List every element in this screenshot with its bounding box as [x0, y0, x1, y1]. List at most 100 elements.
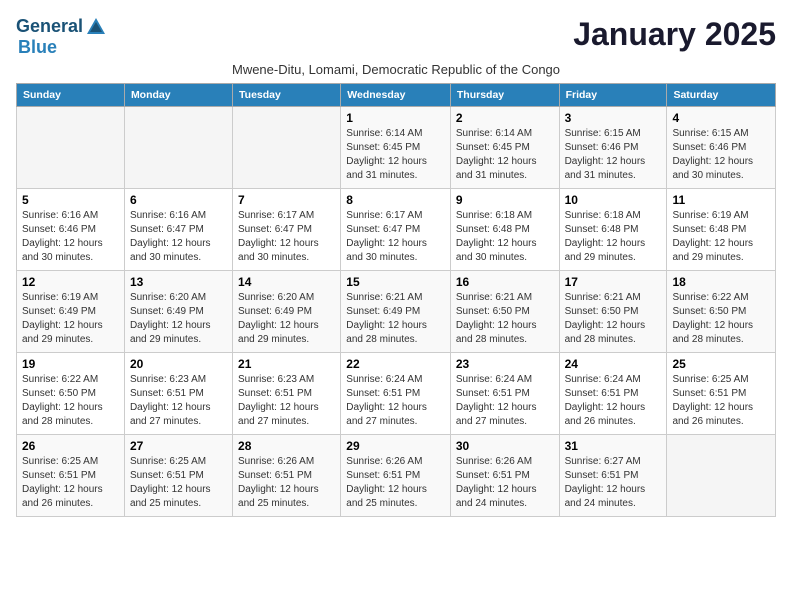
day-info: Sunrise: 6:18 AM Sunset: 6:48 PM Dayligh… [456, 209, 554, 265]
calendar-table: SundayMondayTuesdayWednesdayThursdayFrid… [16, 83, 776, 517]
day-number: 30 [456, 439, 554, 453]
calendar-cell: 22 Sunrise: 6:24 AM Sunset: 6:51 PM Dayli… [341, 352, 451, 434]
day-number: 16 [456, 275, 554, 289]
day-info: Sunrise: 6:19 AM Sunset: 6:48 PM Dayligh… [672, 209, 770, 265]
day-number: 18 [672, 275, 770, 289]
day-number: 27 [130, 439, 227, 453]
calendar-cell: 12 Sunrise: 6:19 AM Sunset: 6:49 PM Dayli… [17, 270, 125, 352]
day-info: Sunrise: 6:17 AM Sunset: 6:47 PM Dayligh… [238, 209, 335, 265]
day-info: Sunrise: 6:24 AM Sunset: 6:51 PM Dayligh… [456, 373, 554, 429]
day-number: 26 [22, 439, 119, 453]
day-info: Sunrise: 6:25 AM Sunset: 6:51 PM Dayligh… [130, 455, 227, 511]
calendar-cell: 7Sunrise: 6:17 AM Sunset: 6:47 PM Daylig… [233, 188, 341, 270]
weekday-header-friday: Friday [559, 83, 667, 106]
calendar-cell [233, 106, 341, 188]
weekday-header-tuesday: Tuesday [233, 83, 341, 106]
calendar-cell: 11Sunrise: 6:19 AM Sunset: 6:48 PM Dayli… [667, 188, 776, 270]
day-info: Sunrise: 6:14 AM Sunset: 6:45 PM Dayligh… [346, 127, 445, 183]
day-info: Sunrise: 6:26 AM Sunset: 6:51 PM Dayligh… [346, 455, 445, 511]
calendar-cell: 5 Sunrise: 6:16 AM Sunset: 6:46 PM Daylig… [17, 188, 125, 270]
calendar-cell: 14Sunrise: 6:20 AM Sunset: 6:49 PM Dayli… [233, 270, 341, 352]
calendar-cell: 27 Sunrise: 6:25 AM Sunset: 6:51 PM Dayli… [124, 434, 232, 516]
day-info: Sunrise: 6:19 AM Sunset: 6:49 PM Dayligh… [22, 291, 119, 347]
day-number: 12 [22, 275, 119, 289]
calendar-cell: 16 Sunrise: 6:21 AM Sunset: 6:50 PM Dayli… [450, 270, 559, 352]
day-info: Sunrise: 6:15 AM Sunset: 6:46 PM Dayligh… [565, 127, 662, 183]
calendar-cell: 6Sunrise: 6:16 AM Sunset: 6:47 PM Daylig… [124, 188, 232, 270]
calendar-cell [124, 106, 232, 188]
day-number: 24 [565, 357, 662, 371]
day-number: 19 [22, 357, 119, 371]
logo-blue: Blue [18, 38, 107, 58]
calendar-cell: 3 Sunrise: 6:15 AM Sunset: 6:46 PM Daylig… [559, 106, 667, 188]
weekday-header-row: SundayMondayTuesdayWednesdayThursdayFrid… [17, 83, 776, 106]
day-number: 1 [346, 111, 445, 125]
day-info: Sunrise: 6:20 AM Sunset: 6:49 PM Dayligh… [130, 291, 227, 347]
day-info: Sunrise: 6:23 AM Sunset: 6:51 PM Dayligh… [238, 373, 335, 429]
day-info: Sunrise: 6:26 AM Sunset: 6:51 PM Dayligh… [238, 455, 335, 511]
calendar-cell: 28 Sunrise: 6:26 AM Sunset: 6:51 PM Dayli… [233, 434, 341, 516]
day-info: Sunrise: 6:23 AM Sunset: 6:51 PM Dayligh… [130, 373, 227, 429]
day-info: Sunrise: 6:21 AM Sunset: 6:50 PM Dayligh… [456, 291, 554, 347]
calendar-cell: 15Sunrise: 6:21 AM Sunset: 6:49 PM Dayli… [341, 270, 451, 352]
day-number: 13 [130, 275, 227, 289]
calendar-cell: 29 Sunrise: 6:26 AM Sunset: 6:51 PM Dayli… [341, 434, 451, 516]
day-info: Sunrise: 6:17 AM Sunset: 6:47 PM Dayligh… [346, 209, 445, 265]
day-info: Sunrise: 6:21 AM Sunset: 6:50 PM Dayligh… [565, 291, 662, 347]
day-number: 23 [456, 357, 554, 371]
calendar-cell: 21 Sunrise: 6:23 AM Sunset: 6:51 PM Dayli… [233, 352, 341, 434]
calendar-cell: 10 Sunrise: 6:18 AM Sunset: 6:48 PM Dayli… [559, 188, 667, 270]
day-number: 21 [238, 357, 335, 371]
calendar-cell: 13 Sunrise: 6:20 AM Sunset: 6:49 PM Dayli… [124, 270, 232, 352]
calendar-cell [17, 106, 125, 188]
day-number: 28 [238, 439, 335, 453]
calendar-body: 1 Sunrise: 6:14 AM Sunset: 6:45 PM Daylig… [17, 106, 776, 516]
day-info: Sunrise: 6:14 AM Sunset: 6:45 PM Dayligh… [456, 127, 554, 183]
day-info: Sunrise: 6:16 AM Sunset: 6:46 PM Dayligh… [22, 209, 119, 265]
day-number: 20 [130, 357, 227, 371]
calendar-cell: 4Sunrise: 6:15 AM Sunset: 6:46 PM Daylig… [667, 106, 776, 188]
week-row-5: 26 Sunrise: 6:25 AM Sunset: 6:51 PM Dayli… [17, 434, 776, 516]
calendar-cell: 20 Sunrise: 6:23 AM Sunset: 6:51 PM Dayli… [124, 352, 232, 434]
day-info: Sunrise: 6:26 AM Sunset: 6:51 PM Dayligh… [456, 455, 554, 511]
weekday-header-monday: Monday [124, 83, 232, 106]
day-info: Sunrise: 6:15 AM Sunset: 6:46 PM Dayligh… [672, 127, 770, 183]
weekday-header-wednesday: Wednesday [341, 83, 451, 106]
day-number: 17 [565, 275, 662, 289]
day-number: 22 [346, 357, 445, 371]
day-info: Sunrise: 6:27 AM Sunset: 6:51 PM Dayligh… [565, 455, 662, 511]
day-number: 5 [22, 193, 119, 207]
day-number: 29 [346, 439, 445, 453]
week-row-4: 19 Sunrise: 6:22 AM Sunset: 6:50 PM Dayli… [17, 352, 776, 434]
day-info: Sunrise: 6:21 AM Sunset: 6:49 PM Dayligh… [346, 291, 445, 347]
calendar-cell: 18 Sunrise: 6:22 AM Sunset: 6:50 PM Dayli… [667, 270, 776, 352]
calendar-cell: 19 Sunrise: 6:22 AM Sunset: 6:50 PM Dayli… [17, 352, 125, 434]
day-number: 3 [565, 111, 662, 125]
day-info: Sunrise: 6:22 AM Sunset: 6:50 PM Dayligh… [22, 373, 119, 429]
day-info: Sunrise: 6:24 AM Sunset: 6:51 PM Dayligh… [346, 373, 445, 429]
day-info: Sunrise: 6:16 AM Sunset: 6:47 PM Dayligh… [130, 209, 227, 265]
week-row-3: 12 Sunrise: 6:19 AM Sunset: 6:49 PM Dayli… [17, 270, 776, 352]
calendar-cell: 31 Sunrise: 6:27 AM Sunset: 6:51 PM Dayli… [559, 434, 667, 516]
calendar-cell: 30 Sunrise: 6:26 AM Sunset: 6:51 PM Dayli… [450, 434, 559, 516]
month-title: January 2025 [573, 16, 776, 53]
weekday-header-saturday: Saturday [667, 83, 776, 106]
week-row-2: 5 Sunrise: 6:16 AM Sunset: 6:46 PM Daylig… [17, 188, 776, 270]
day-info: Sunrise: 6:22 AM Sunset: 6:50 PM Dayligh… [672, 291, 770, 347]
calendar-cell: 25Sunrise: 6:25 AM Sunset: 6:51 PM Dayli… [667, 352, 776, 434]
day-info: Sunrise: 6:18 AM Sunset: 6:48 PM Dayligh… [565, 209, 662, 265]
day-number: 31 [565, 439, 662, 453]
day-number: 2 [456, 111, 554, 125]
calendar-cell: 2 Sunrise: 6:14 AM Sunset: 6:45 PM Daylig… [450, 106, 559, 188]
title-block: January 2025 [573, 16, 776, 53]
day-number: 10 [565, 193, 662, 207]
day-info: Sunrise: 6:25 AM Sunset: 6:51 PM Dayligh… [672, 373, 770, 429]
week-row-1: 1 Sunrise: 6:14 AM Sunset: 6:45 PM Daylig… [17, 106, 776, 188]
logo-text: General [16, 16, 107, 38]
weekday-header-thursday: Thursday [450, 83, 559, 106]
day-number: 9 [456, 193, 554, 207]
page-header: General Blue January 2025 [16, 16, 776, 58]
day-info: Sunrise: 6:25 AM Sunset: 6:51 PM Dayligh… [22, 455, 119, 511]
calendar-cell: 8Sunrise: 6:17 AM Sunset: 6:47 PM Daylig… [341, 188, 451, 270]
location-subtitle: Mwene-Ditu, Lomami, Democratic Republic … [16, 62, 776, 77]
